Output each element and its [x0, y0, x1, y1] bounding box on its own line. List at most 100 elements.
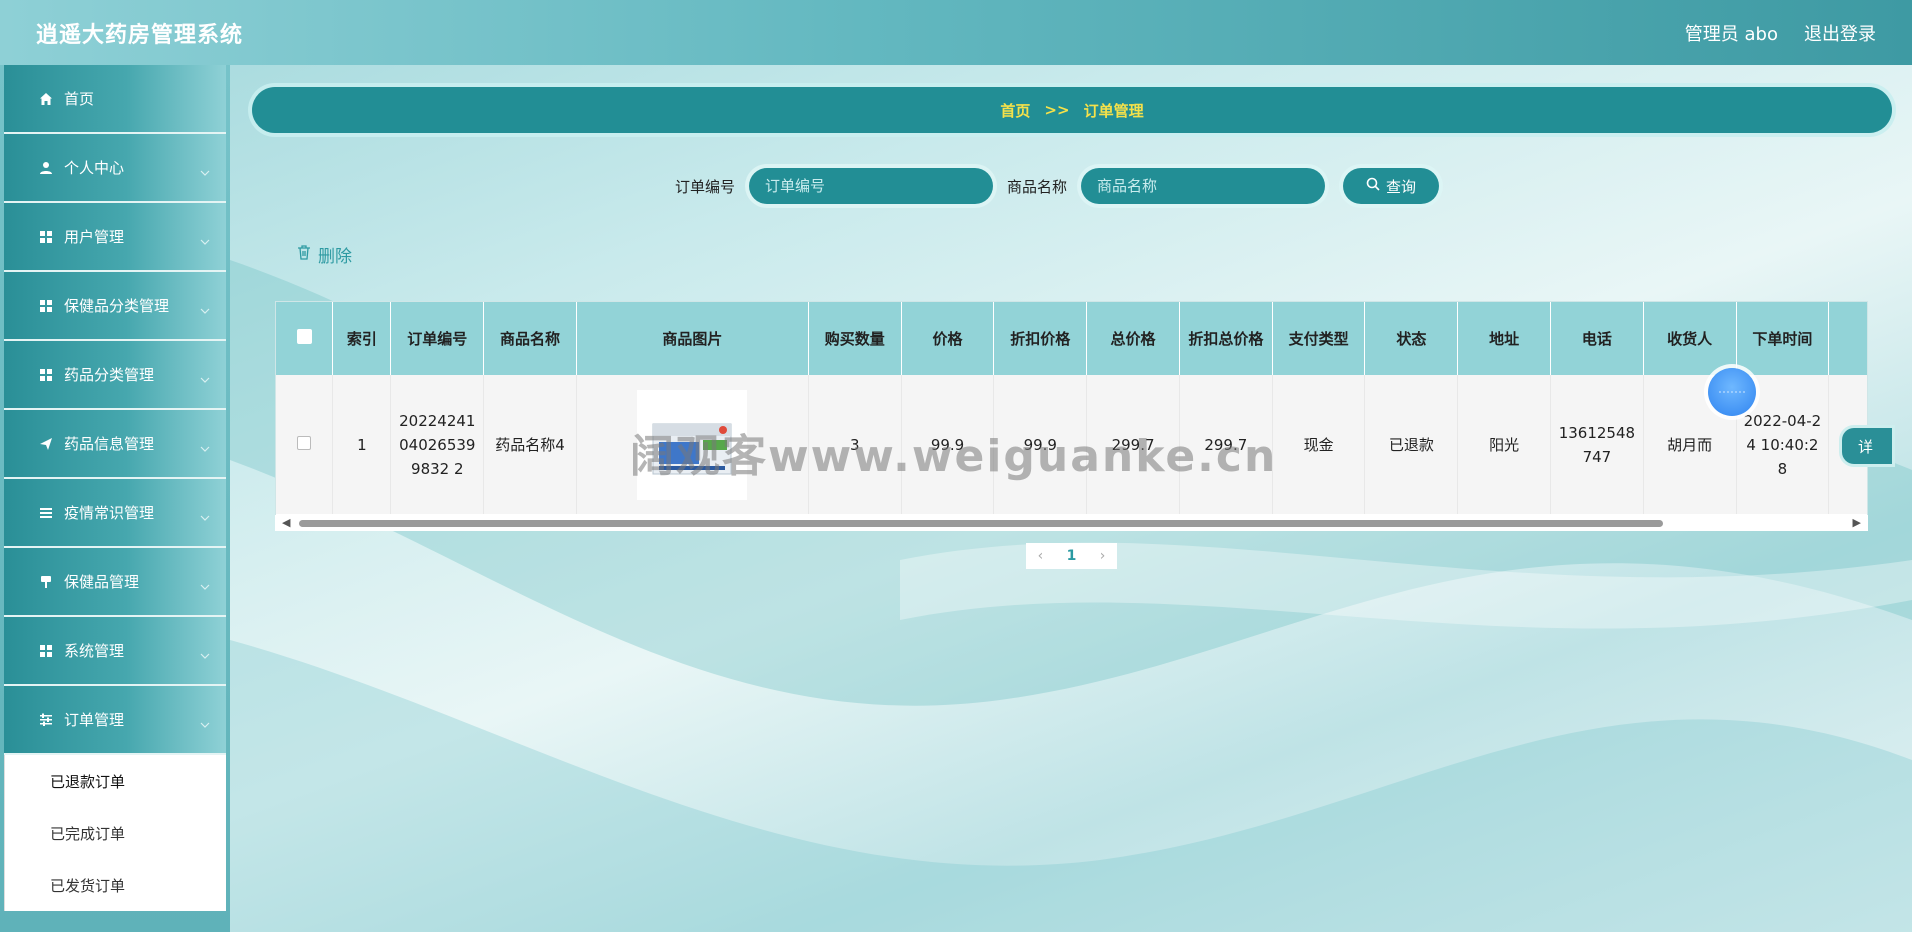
product-image[interactable] [637, 389, 748, 500]
column-header: 电话 [1550, 302, 1644, 375]
query-button-label: 查询 [1386, 177, 1417, 196]
next-page-icon[interactable]: › [1100, 548, 1106, 564]
header-actions: 管理员 abo 退出登录 [1685, 20, 1876, 46]
column-header: 下单时间 [1736, 302, 1830, 375]
brush-icon [38, 574, 54, 590]
sidebar-item-label: 个人中心 [64, 159, 125, 177]
select-all-header [276, 302, 334, 375]
query-button[interactable]: 查询 [1343, 168, 1440, 204]
cell-address: 阳光 [1457, 375, 1551, 514]
chevron-down-icon [200, 231, 210, 249]
sidebar-item-health-category[interactable]: 保健品分类管理 [4, 272, 226, 341]
cell-price: 99.9 [901, 375, 995, 514]
submenu-shipped-orders[interactable]: 已发货订单 [5, 859, 226, 911]
detail-button[interactable]: 详 [1842, 428, 1892, 464]
sidebar-item-personal-center[interactable]: 个人中心 [4, 134, 226, 203]
sidebar-item-label: 系统管理 [64, 642, 125, 660]
floating-assistant-ball[interactable] [1708, 368, 1756, 416]
cell-status: 已退款 [1364, 375, 1459, 514]
sidebar-item-label: 药品信息管理 [64, 435, 155, 453]
list-icon [38, 505, 54, 521]
submenu-completed-orders[interactable]: 已完成订单 [5, 807, 226, 859]
grid-icon [38, 298, 54, 314]
sidebar-item-health-products[interactable]: 保健品管理 [4, 548, 226, 617]
chevron-down-icon [200, 438, 210, 456]
chevron-down-icon [200, 300, 210, 318]
cell-discount-price: 99.9 [993, 375, 1088, 514]
product-name-input[interactable] [1081, 168, 1326, 204]
order-no-input[interactable] [749, 168, 994, 204]
sidebar-item-label: 订单管理 [64, 711, 125, 729]
cell-discount-total: 299.7 [1179, 375, 1273, 514]
sidebar-item-epidemic-knowledge[interactable]: 疫情常识管理 [4, 479, 226, 548]
grid-icon [38, 643, 54, 659]
delete-button-label: 删除 [318, 247, 352, 267]
table-horizontal-scrollbar[interactable]: ◀ ▶ [275, 515, 1868, 531]
chevron-down-icon [200, 576, 210, 594]
column-header: 收货人 [1643, 302, 1737, 375]
chevron-down-icon [200, 507, 210, 525]
table-row: 1 20224241040265399832 2 药品名称4 3 99.9 99… [276, 375, 1867, 514]
column-header: 支付类型 [1272, 302, 1366, 375]
sidebar-item-label: 用户管理 [64, 228, 125, 246]
cell-index: 1 [332, 375, 392, 514]
app-title: 逍遥大药房管理系统 [36, 22, 244, 48]
grid-icon [38, 367, 54, 383]
logout-link[interactable]: 退出登录 [1804, 20, 1876, 46]
home-icon [38, 91, 54, 107]
sidebar-item-drug-category[interactable]: 药品分类管理 [4, 341, 226, 410]
cell-order-no: 20224241040265399832 2 [390, 375, 485, 514]
admin-username[interactable]: 管理员 abo [1685, 20, 1778, 46]
column-header: 价格 [901, 302, 995, 375]
breadcrumb-home[interactable]: 首页 [1000, 100, 1030, 121]
column-header: 总价格 [1086, 302, 1180, 375]
submenu-refunded-orders[interactable]: 已退款订单 [5, 755, 226, 807]
sidebar-item-label: 疫情常识管理 [64, 504, 155, 522]
cell-quantity: 3 [808, 375, 902, 514]
pagination: ‹ 1 › [1026, 543, 1117, 569]
search-icon [1366, 177, 1380, 195]
scroll-left-arrow-icon[interactable]: ◀ [282, 516, 290, 529]
prev-page-icon[interactable]: ‹ [1038, 548, 1044, 564]
sidebar-item-home[interactable]: 首页 [4, 65, 226, 134]
send-icon [38, 436, 54, 452]
product-name-label: 商品名称 [1007, 177, 1068, 196]
sidebar-item-system-management[interactable]: 系统管理 [4, 617, 226, 686]
sidebar: 首页 个人中心 用户管理 保健品分类管理 药品分类管理 药品信息管理 疫情常识管… [0, 65, 230, 932]
sidebar-item-label: 药品分类管理 [64, 366, 155, 384]
column-header: 商品图片 [576, 302, 809, 375]
sidebar-item-user-management[interactable]: 用户管理 [4, 203, 226, 272]
user-icon [38, 160, 54, 176]
column-header: 购买数量 [808, 302, 902, 375]
table-header-row: 索引 订单编号 商品名称 商品图片 购买数量 价格 折扣价格 总价格 折扣总价格… [276, 302, 1867, 375]
scroll-right-arrow-icon[interactable]: ▶ [1853, 516, 1861, 529]
select-all-checkbox[interactable] [296, 328, 312, 344]
delete-button[interactable]: 删除 [296, 242, 352, 267]
cell-product-image [576, 375, 809, 514]
breadcrumb-separator: >> [1044, 101, 1070, 119]
row-select-cell [276, 375, 334, 514]
column-header: 商品名称 [483, 302, 577, 375]
cell-total-price: 299.7 [1086, 375, 1180, 514]
column-header: 折扣价格 [993, 302, 1088, 375]
actions-header [1828, 302, 1867, 375]
cell-phone: 13612548747 [1550, 375, 1644, 514]
column-header: 订单编号 [390, 302, 485, 375]
chevron-down-icon [200, 162, 210, 180]
top-header: 逍遥大药房管理系统 管理员 abo 退出登录 [0, 0, 1912, 65]
cell-product-name: 药品名称4 [483, 375, 577, 514]
chevron-down-icon [200, 369, 210, 387]
scrollbar-thumb[interactable] [299, 520, 1663, 527]
search-bar: 订单编号 商品名称 查询 [675, 168, 1440, 204]
cell-pay-type: 现金 [1272, 375, 1366, 514]
breadcrumb: 首页 >> 订单管理 [252, 87, 1892, 133]
chevron-down-icon [200, 714, 210, 732]
trash-icon [296, 244, 312, 266]
sidebar-item-drug-info[interactable]: 药品信息管理 [4, 410, 226, 479]
sidebar-item-label: 保健品管理 [64, 573, 140, 591]
page-number[interactable]: 1 [1067, 548, 1077, 564]
row-checkbox[interactable] [297, 435, 312, 450]
sidebar-item-order-management[interactable]: 订单管理 [4, 686, 226, 755]
grid-icon [38, 229, 54, 245]
dots-icon [1719, 391, 1745, 393]
